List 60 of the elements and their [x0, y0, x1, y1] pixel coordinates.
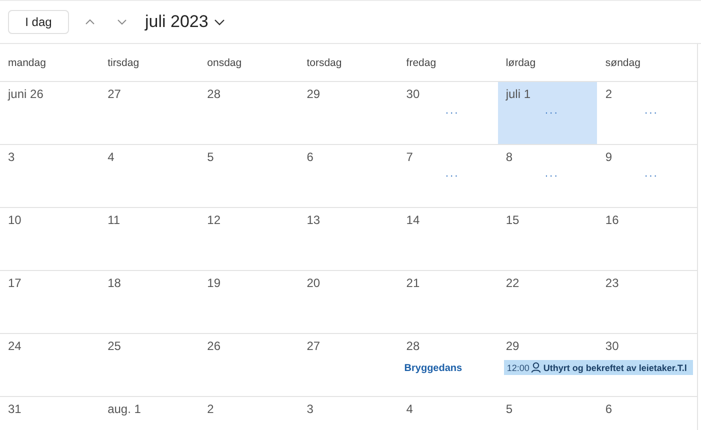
- more-button[interactable]: ···: [542, 107, 561, 119]
- day-number: 16: [605, 213, 619, 227]
- day-number: juli 1: [506, 87, 531, 101]
- weekday-header: torsdag: [306, 56, 342, 68]
- day-number: 30: [406, 87, 420, 101]
- day-number: 29: [506, 339, 520, 353]
- weekday-header: tirsdag: [106, 56, 140, 68]
- more-button[interactable]: ···: [642, 170, 660, 182]
- day-number: 18: [108, 276, 121, 290]
- month-picker[interactable]: juli 2023: [143, 12, 228, 32]
- day-number: 12: [207, 213, 220, 227]
- day-number: 20: [306, 276, 320, 290]
- day-number: 2: [605, 87, 612, 101]
- day-number: 7: [406, 150, 413, 164]
- day-number: aug. 1: [108, 402, 141, 416]
- today-button[interactable]: I dag: [8, 10, 69, 34]
- day-number: 6: [605, 402, 612, 416]
- day-number: 21: [406, 276, 420, 290]
- day-number: 5: [207, 150, 214, 164]
- calendar-event[interactable]: Bryggedans: [402, 362, 464, 375]
- day-number: 10: [8, 213, 22, 227]
- day-number: 14: [406, 213, 420, 227]
- day-number: 4: [108, 150, 114, 164]
- selected-day-cell[interactable]: juli 1 ···: [498, 82, 598, 144]
- more-button[interactable]: ···: [443, 107, 462, 119]
- day-number: 3: [306, 402, 314, 416]
- day-number: 5: [506, 402, 513, 416]
- day-number: 17: [8, 276, 22, 290]
- day-number: 8: [506, 150, 513, 164]
- more-button[interactable]: ···: [443, 170, 462, 182]
- day-number: 4: [406, 402, 413, 416]
- weekday-header: mandag: [7, 56, 46, 68]
- more-button[interactable]: ···: [542, 170, 561, 182]
- weekday-header: onsdag: [206, 56, 242, 68]
- day-number: 23: [605, 276, 619, 290]
- day-number: 11: [108, 213, 120, 227]
- weekday-header: fredag: [405, 56, 436, 68]
- weekday-header: søndag: [604, 56, 640, 68]
- day-number: 3: [8, 150, 15, 164]
- weekday-header: lørdag: [504, 56, 536, 68]
- day-number: 28: [406, 339, 420, 353]
- day-number: 29: [306, 87, 320, 101]
- day-number: 26: [207, 339, 220, 353]
- calendar-event[interactable]: 12:00 Uthyrt og bekreftet av leietaker.T.l: [504, 360, 693, 375]
- day-number: 25: [108, 339, 121, 353]
- day-number: 30: [605, 339, 619, 353]
- day-number: 22: [506, 276, 520, 290]
- day-number: 13: [306, 213, 320, 227]
- more-button[interactable]: ···: [642, 107, 660, 119]
- day-number: 31: [8, 402, 22, 416]
- day-number: 9: [605, 150, 612, 164]
- day-number: 27: [108, 87, 121, 101]
- day-number: 6: [306, 150, 314, 164]
- day-number: 2: [207, 402, 214, 416]
- day-number: 24: [8, 339, 22, 353]
- day-number: 15: [506, 213, 520, 227]
- day-number: 19: [207, 276, 220, 290]
- day-number: 27: [306, 339, 320, 353]
- day-number: 28: [207, 87, 220, 101]
- day-number: juni 26: [8, 87, 44, 101]
